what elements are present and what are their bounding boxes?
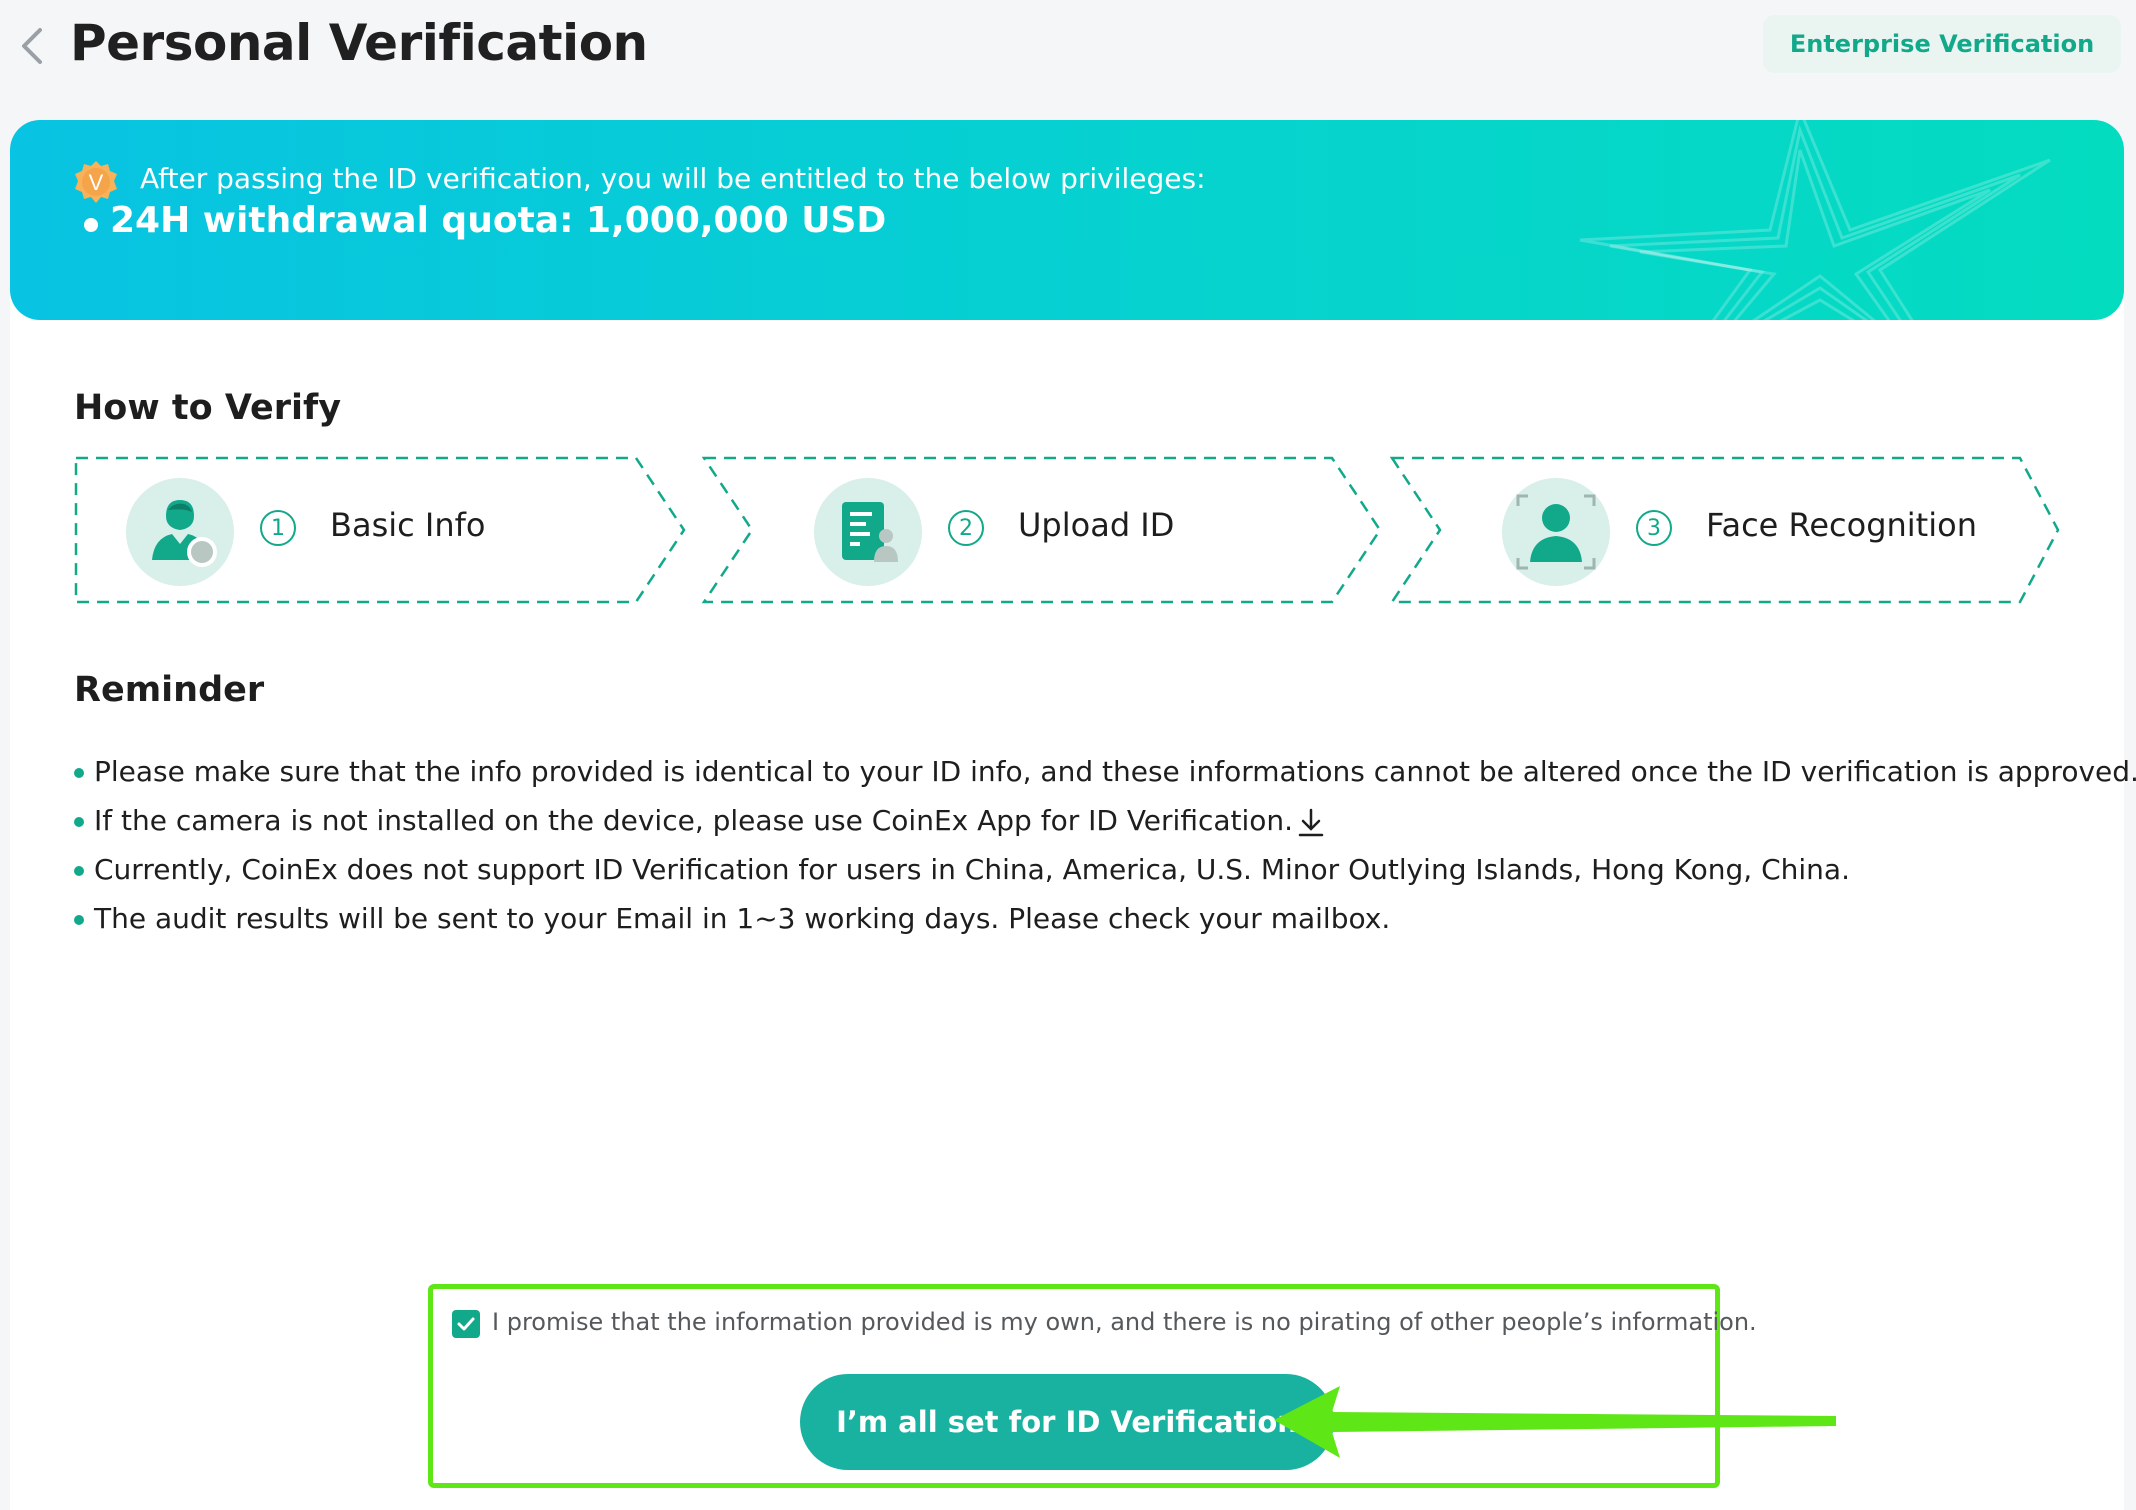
reminder-title: Reminder [74, 670, 265, 710]
user-profile-icon [126, 478, 234, 586]
reminder-item: If the camera is not installed on the de… [72, 801, 2136, 850]
step-face-recognition: 3 Face Recognition [1390, 456, 2060, 604]
reminder-item: Currently, CoinEx does not support ID Ve… [72, 850, 2136, 899]
reminder-list: Please make sure that the info provided … [72, 752, 2136, 948]
withdrawal-quota-text: 24H withdrawal quota: 1,000,000 USD [110, 200, 887, 241]
step-label: Upload ID [1018, 506, 1175, 544]
start-verification-button[interactable]: I’m all set for ID Verification [800, 1374, 1334, 1470]
agreement-text: I promise that the information provided … [492, 1308, 1757, 1336]
step-basic-info: 1 Basic Info [74, 456, 694, 604]
face-scan-icon [1502, 478, 1610, 586]
vip-badge-icon: V [75, 161, 117, 203]
step-label: Basic Info [330, 506, 486, 544]
svg-text:V: V [89, 170, 104, 195]
quota-bullet [84, 218, 98, 232]
back-arrow-icon[interactable] [14, 22, 48, 70]
star-decoration-icon [1579, 120, 2051, 320]
step-upload-id: 2 Upload ID [702, 456, 1382, 604]
enterprise-verification-button[interactable]: Enterprise Verification [1763, 15, 2121, 73]
download-icon[interactable] [1297, 806, 1325, 838]
agreement-checkbox[interactable] [452, 1310, 480, 1338]
reminder-item: Please make sure that the info provided … [72, 752, 2136, 801]
privilege-intro-text: After passing the ID verification, you w… [140, 162, 1206, 195]
checkmark-icon [457, 1317, 475, 1331]
privilege-banner: V After passing the ID verification, you… [10, 120, 2124, 320]
page-header: Personal Verification Enterprise Verific… [0, 0, 2136, 110]
step-label: Face Recognition [1706, 506, 1977, 544]
how-to-verify-title: How to Verify [74, 388, 342, 428]
step-number: 3 [1636, 510, 1672, 546]
step-number: 2 [948, 510, 984, 546]
page-title: Personal Verification [70, 14, 648, 72]
step-number: 1 [260, 510, 296, 546]
id-document-icon [814, 478, 922, 586]
pointer-arrow-icon [1274, 1386, 1836, 1458]
reminder-item: The audit results will be sent to your E… [72, 899, 2136, 948]
